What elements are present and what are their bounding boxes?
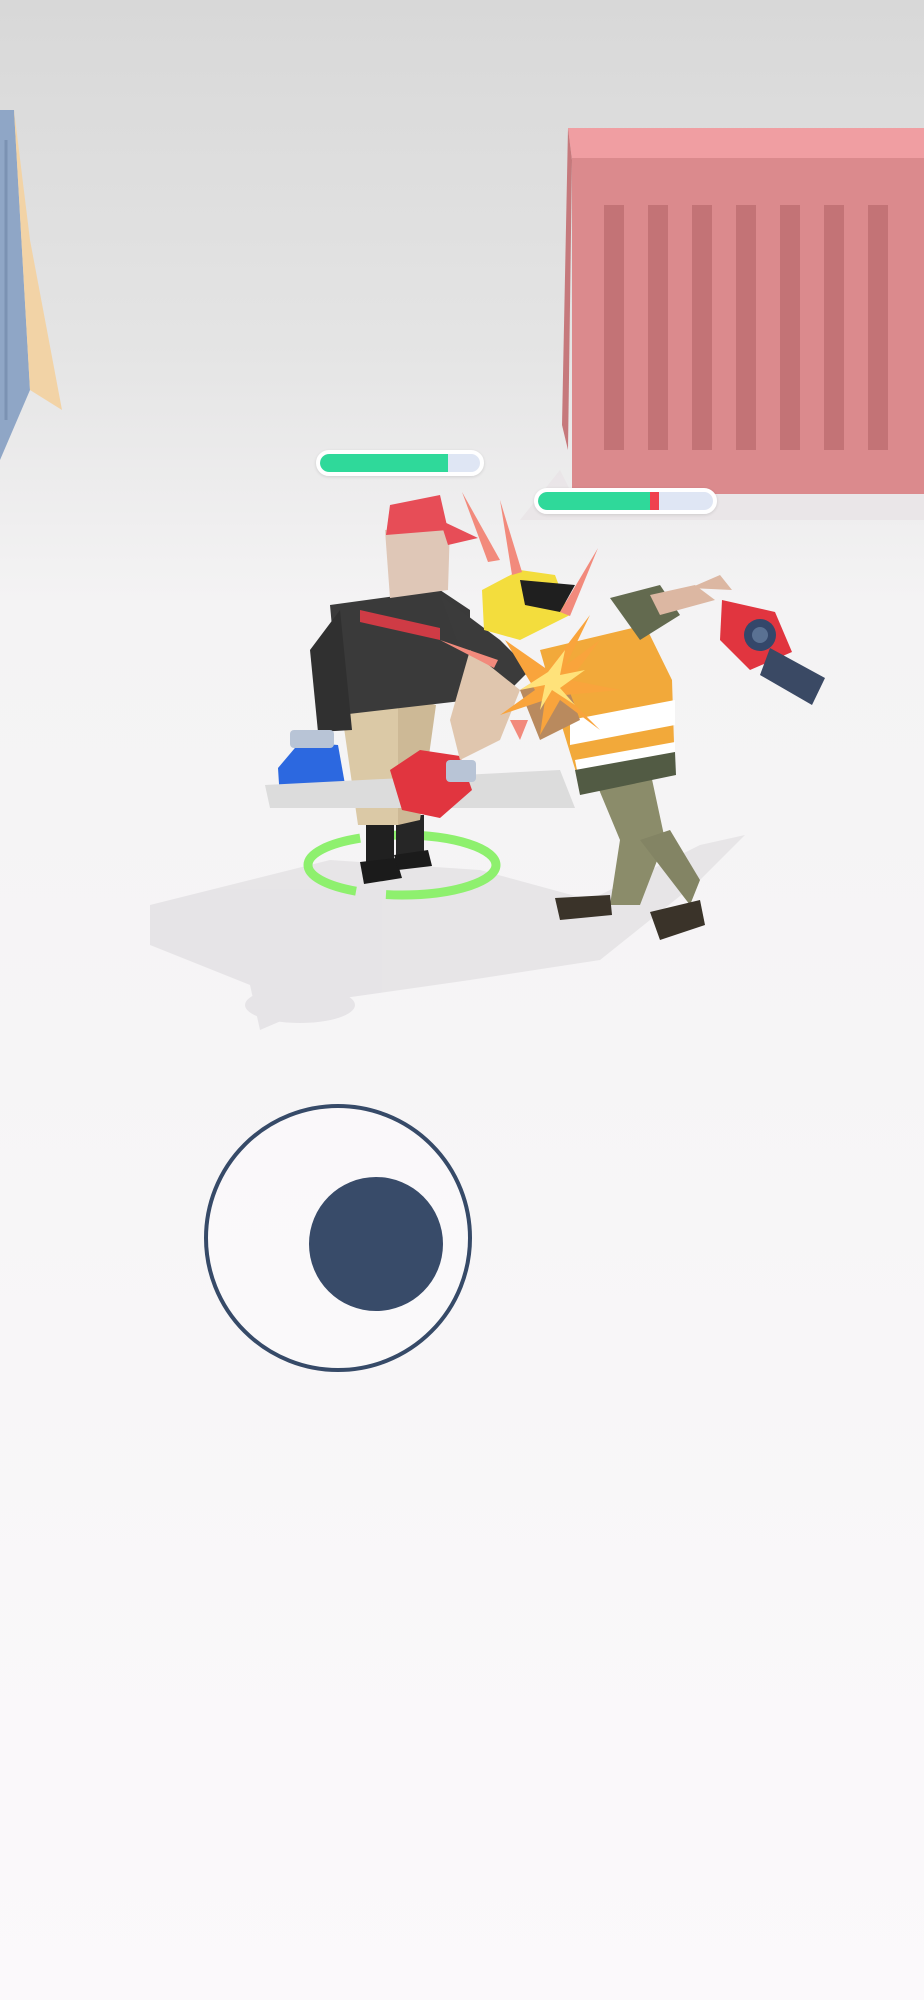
player-health-bar (316, 450, 484, 476)
game-screen[interactable] (0, 0, 924, 2000)
joystick-knob[interactable] (309, 1177, 443, 1311)
enemy-health-bar (534, 488, 717, 514)
enemy-damage-marker (650, 492, 659, 510)
player-health-fill (320, 454, 448, 472)
enemy-health-fill (538, 492, 650, 510)
arena-scene (0, 0, 924, 2000)
red-shipping-container (520, 128, 924, 520)
